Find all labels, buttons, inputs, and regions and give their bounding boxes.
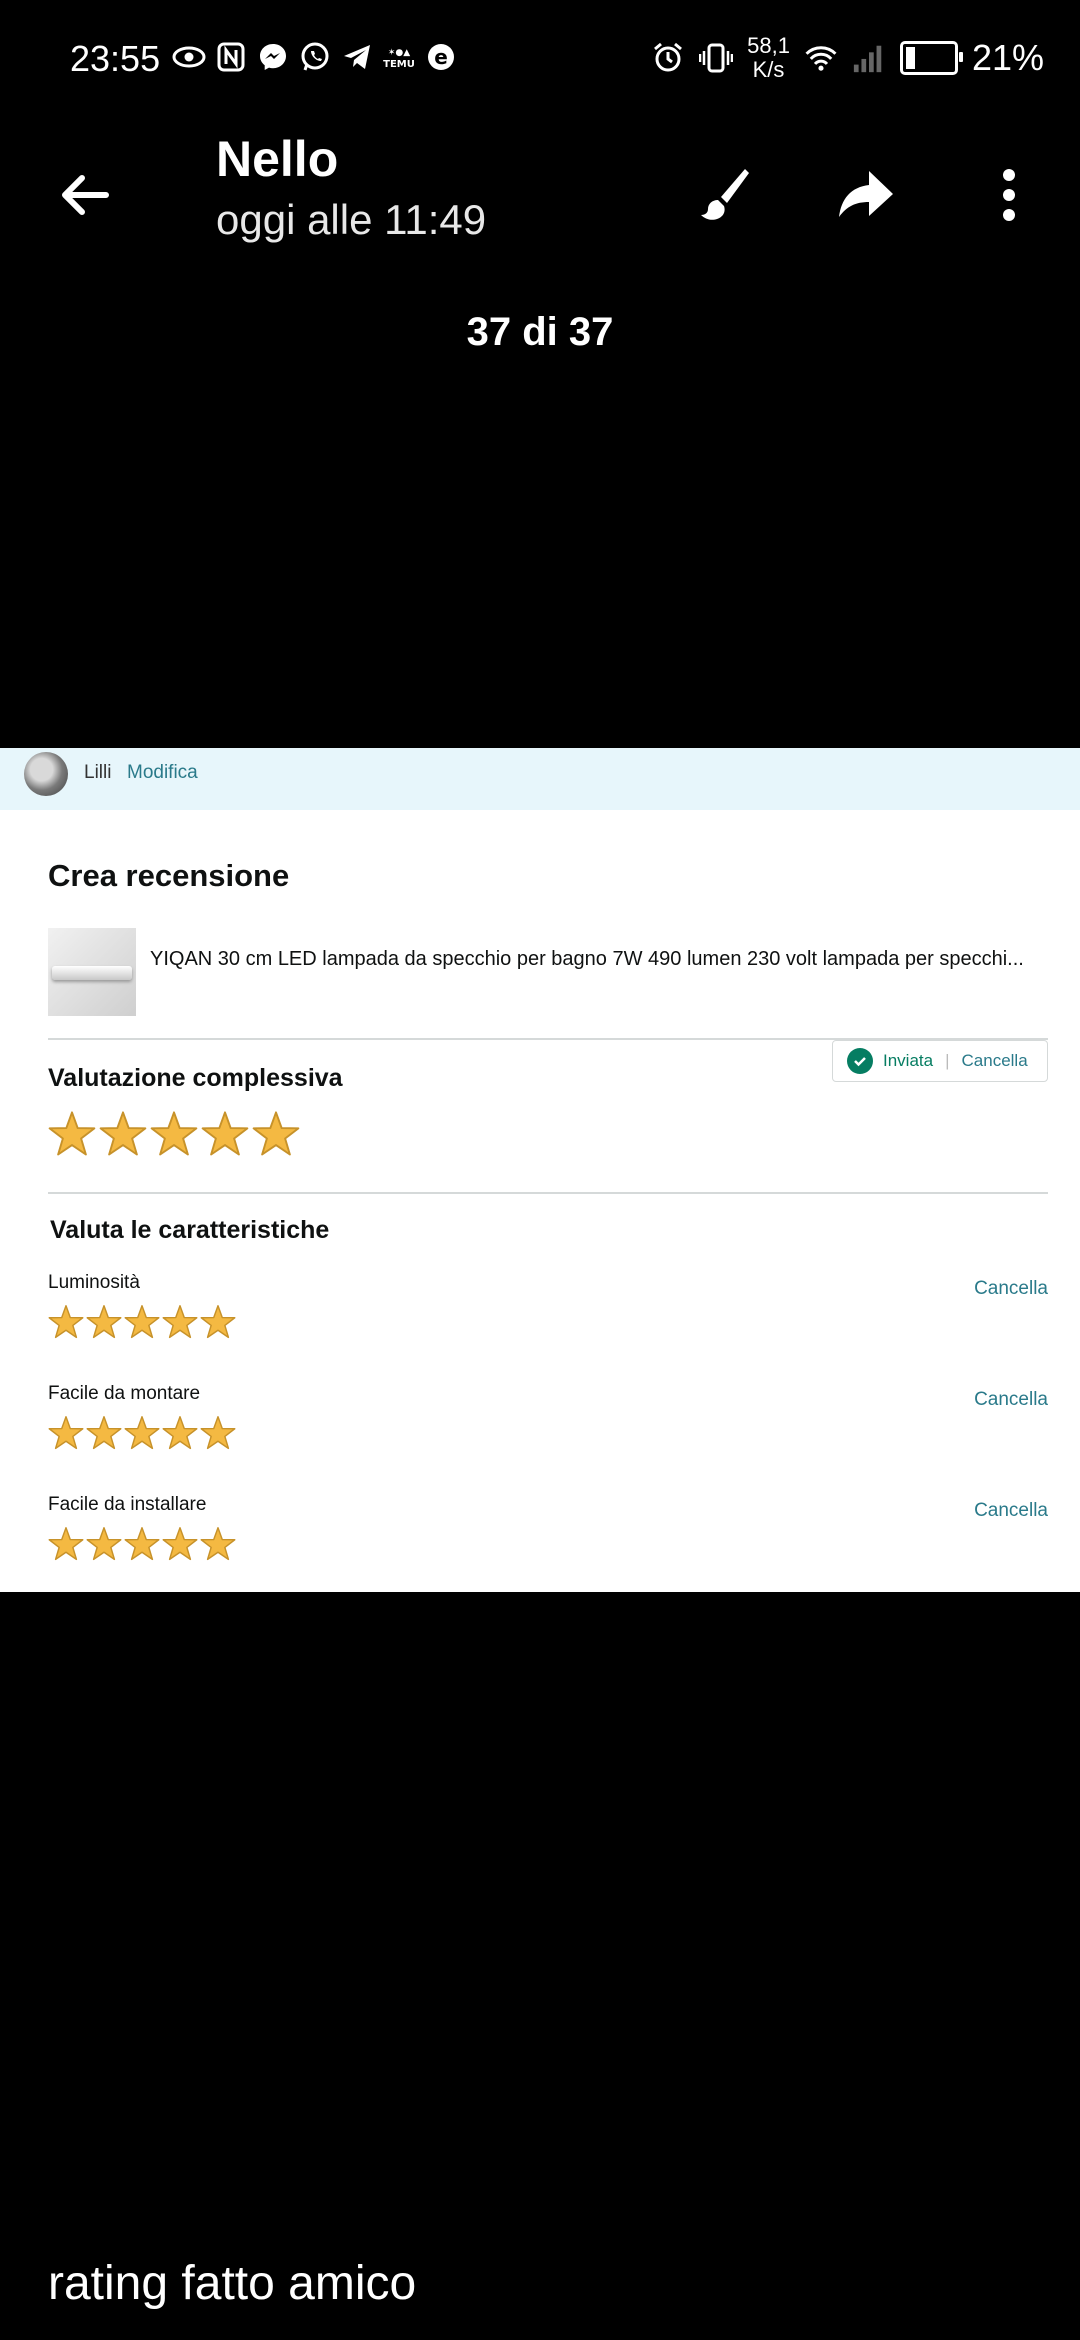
share-arrow-icon bbox=[839, 171, 893, 217]
media-counter: 37 di 37 bbox=[466, 310, 614, 354]
star-icon bbox=[124, 1304, 160, 1340]
star-icon bbox=[86, 1304, 122, 1340]
star-icon bbox=[200, 1304, 236, 1340]
svg-text:✶●▲: ✶●▲ bbox=[388, 48, 410, 58]
eye-icon bbox=[172, 40, 206, 74]
star-icon bbox=[124, 1526, 160, 1562]
more-vert-icon bbox=[1003, 169, 1015, 221]
feature-stars-montare bbox=[48, 1415, 238, 1451]
star-icon bbox=[162, 1415, 198, 1451]
divider bbox=[48, 1192, 1048, 1194]
temu-icon: ✶●▲ TEMU bbox=[382, 40, 416, 74]
status-box: Inviata | Cancella bbox=[832, 1040, 1048, 1082]
feature-stars-luminosita bbox=[48, 1304, 238, 1340]
battery-fill bbox=[905, 47, 916, 69]
edit-button[interactable] bbox=[686, 158, 760, 232]
review-heading: Crea recensione bbox=[48, 858, 290, 893]
star-icon bbox=[48, 1526, 84, 1562]
feature-cancel-montare: Cancella bbox=[974, 1389, 1048, 1410]
telegram-icon bbox=[340, 40, 374, 74]
whatsapp-icon bbox=[298, 40, 332, 74]
share-button[interactable] bbox=[828, 158, 902, 232]
back-arrow-icon bbox=[62, 175, 109, 215]
notification-icons: ✶●▲ TEMU e bbox=[172, 40, 458, 74]
app-bar: Nello oggi alle 11:49 bbox=[0, 120, 1080, 270]
overall-rating-label: Valutazione complessiva bbox=[48, 1064, 343, 1092]
star-icon bbox=[150, 1110, 198, 1158]
star-icon bbox=[99, 1110, 147, 1158]
vibrate-icon bbox=[699, 41, 734, 75]
svg-text:e: e bbox=[434, 45, 448, 69]
feature-cancel-installare: Cancella bbox=[974, 1500, 1048, 1521]
more-options-button[interactable] bbox=[972, 158, 1046, 232]
feature-label-luminosita: Luminosità bbox=[48, 1272, 140, 1293]
svg-text:TEMU: TEMU bbox=[383, 59, 415, 70]
battery-percent: 21% bbox=[971, 37, 1044, 78]
star-icon bbox=[201, 1110, 249, 1158]
chat-title: Nello bbox=[216, 131, 339, 187]
alarm-icon bbox=[651, 41, 685, 75]
app-e-icon: e bbox=[424, 40, 458, 74]
product-title: YIQAN 30 cm LED lampada da specchio per … bbox=[150, 948, 1024, 970]
feature-label-montare: Facile da montare bbox=[48, 1383, 201, 1404]
status-time: 23:55 bbox=[70, 38, 161, 79]
feature-label-installare: Facile da installare bbox=[48, 1494, 207, 1515]
star-icon bbox=[162, 1526, 198, 1562]
star-icon bbox=[86, 1526, 122, 1562]
star-icon bbox=[200, 1526, 236, 1562]
brush-icon bbox=[701, 169, 749, 220]
net-speed-unit: K/s bbox=[752, 57, 785, 82]
back-button[interactable] bbox=[50, 160, 120, 230]
chat-subtitle: oggi alle 11:49 bbox=[216, 196, 487, 243]
overall-stars bbox=[48, 1110, 303, 1158]
net-speed-value: 58,1 bbox=[747, 33, 790, 58]
edit-link: Modifica bbox=[127, 762, 198, 783]
star-icon bbox=[252, 1110, 300, 1158]
signal-icon bbox=[852, 41, 886, 75]
star-icon bbox=[200, 1415, 236, 1451]
feature-stars-installare bbox=[48, 1526, 238, 1562]
star-icon bbox=[124, 1415, 160, 1451]
star-icon bbox=[48, 1415, 84, 1451]
wifi-icon bbox=[804, 41, 838, 75]
messenger-icon bbox=[256, 40, 290, 74]
star-icon bbox=[48, 1304, 84, 1340]
net-speed: 58,1 K/s bbox=[747, 34, 790, 82]
review-user-bar: Lilli Modifica bbox=[0, 748, 1080, 810]
image-caption: rating fatto amico bbox=[48, 2257, 417, 2310]
product-image bbox=[48, 928, 136, 1016]
status-bar: 23:55 ✶●▲ TEMU e 58,1 K/s 21% bbox=[0, 0, 1080, 120]
status-separator: | bbox=[945, 1051, 950, 1070]
features-heading: Valuta le caratteristiche bbox=[50, 1216, 330, 1244]
star-icon bbox=[48, 1110, 96, 1158]
battery-icon bbox=[899, 41, 963, 75]
avatar bbox=[24, 752, 68, 796]
check-icon bbox=[847, 1048, 873, 1074]
nfc-icon bbox=[214, 40, 248, 74]
star-icon bbox=[86, 1415, 122, 1451]
user-name: Lilli bbox=[84, 762, 112, 783]
star-icon bbox=[162, 1304, 198, 1340]
status-right: 58,1 K/s 21% bbox=[651, 34, 1044, 82]
status-cancel: Cancella bbox=[961, 1051, 1028, 1070]
status-sent: Inviata bbox=[883, 1051, 934, 1070]
feature-cancel-luminosita: Cancella bbox=[974, 1278, 1048, 1299]
shared-image[interactable]: Lilli Modifica Crea recensione YIQAN 30 … bbox=[0, 748, 1080, 1592]
